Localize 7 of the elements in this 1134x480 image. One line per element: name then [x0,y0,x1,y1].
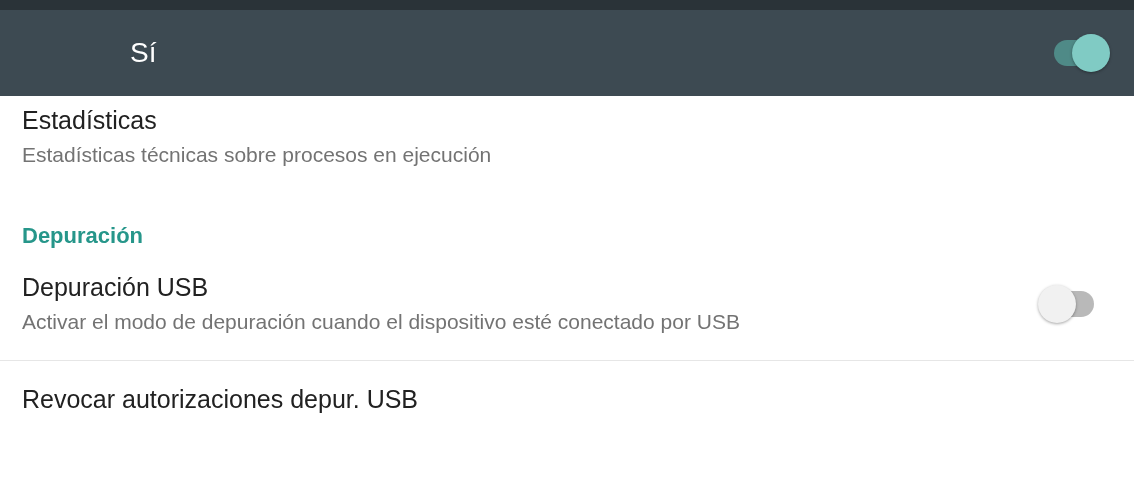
setting-title: Estadísticas [22,106,158,135]
setting-title: Depuración USB [22,273,210,302]
header-title: Sí [130,37,158,69]
setting-summary: Estadísticas técnicas sobre procesos en ejecución [22,143,493,167]
setting-title: Revocar autorizaciones depur. USB [22,385,420,414]
section-heading: Depuración [21,222,145,250]
setting-summary: Activar el modo de depuración cuando el dispositivo esté conectado por USB [22,310,741,334]
